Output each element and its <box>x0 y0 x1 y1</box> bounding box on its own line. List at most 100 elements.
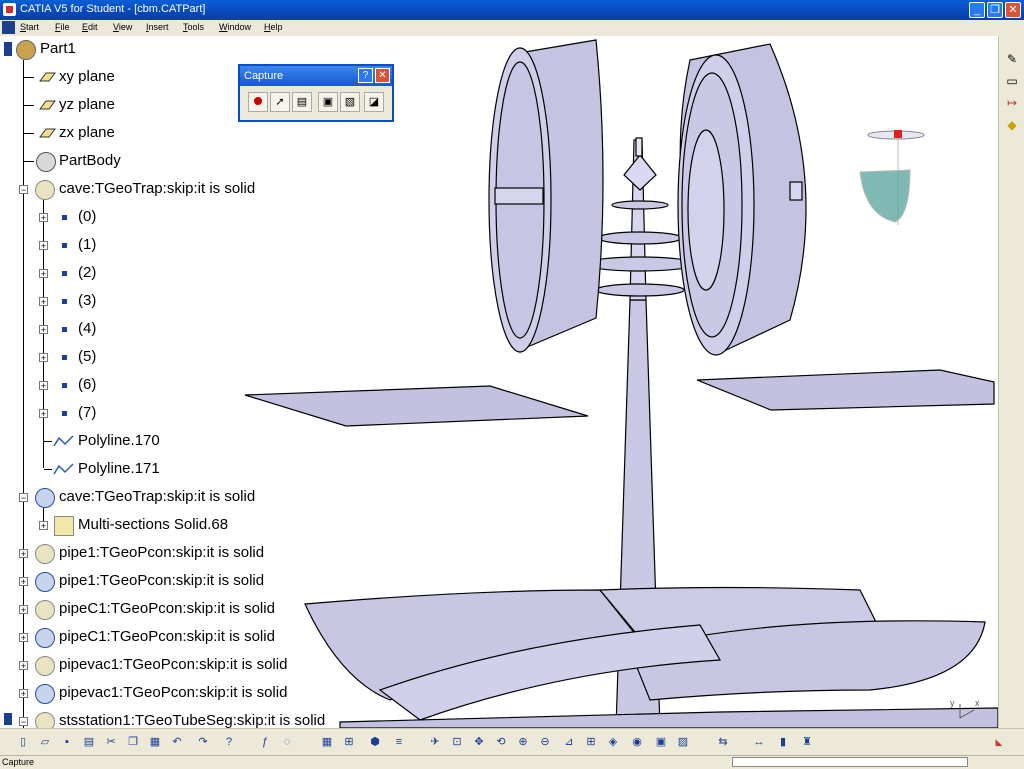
tree-item-solid[interactable]: + pipe1:TGeoPcon:skip:it is solid <box>18 543 338 564</box>
expand-icon[interactable]: + <box>39 381 48 391</box>
expand-icon[interactable]: + <box>19 549 28 559</box>
zoom-out-icon[interactable]: ⊖ <box>536 733 554 751</box>
expand-icon[interactable]: + <box>19 577 28 587</box>
multi-view-icon[interactable]: ⊞ <box>582 733 600 751</box>
save-icon[interactable]: ▪ <box>58 733 76 751</box>
expand-icon[interactable]: + <box>39 325 48 335</box>
cut-icon[interactable]: ✂ <box>102 733 120 751</box>
album-icon[interactable]: ▧ <box>340 92 360 112</box>
formula-icon[interactable]: ƒ <box>256 733 274 751</box>
select-icon[interactable]: ➚ <box>270 92 290 112</box>
measure-item-icon[interactable]: ▮ <box>774 733 792 751</box>
table-icon[interactable]: ▦ <box>318 733 336 751</box>
menu-view[interactable]: View <box>113 22 132 32</box>
tree-item-plane[interactable]: zx plane <box>24 123 184 143</box>
capture-toolbar[interactable]: Capture ? ✕ ➚ ▤ ▣ ▧ ◪ <box>238 64 394 122</box>
expand-icon[interactable]: + <box>39 297 48 307</box>
copy-icon[interactable]: ❐ <box>124 733 142 751</box>
tree-item-point[interactable]: + (1) <box>38 235 118 255</box>
tree-item-solid[interactable]: − stsstation1:TGeoTubeSeg:skip:it is soli… <box>0 711 360 728</box>
mass-icon[interactable]: ♜ <box>798 733 816 751</box>
record-icon[interactable] <box>248 92 268 112</box>
menu-file[interactable]: File <box>55 22 70 32</box>
tree-item-solid[interactable]: + pipe1:TGeoPcon:skip:it is solid <box>18 571 338 592</box>
tree-item-solid[interactable]: + pipevac1:TGeoPcon:skip:it is solid <box>18 683 338 704</box>
capture-close-button[interactable]: ✕ <box>375 68 390 83</box>
tree-item-point[interactable]: + (6) <box>38 375 118 395</box>
scroll-down-icon[interactable] <box>4 713 12 725</box>
minimize-button[interactable]: _ <box>969 2 985 18</box>
capture-mode-icon[interactable]: ◪ <box>364 92 384 112</box>
tree-item-solid[interactable]: + pipeC1:TGeoPcon:skip:it is solid <box>18 627 338 648</box>
rotate-icon[interactable]: ⟲ <box>492 733 510 751</box>
help-button[interactable]: ? <box>358 68 373 83</box>
menu-edit[interactable]: Edit <box>82 22 98 32</box>
expand-icon[interactable]: + <box>39 353 48 363</box>
menu-window[interactable]: Window <box>219 22 251 32</box>
tree-item-solid[interactable]: + pipeC1:TGeoPcon:skip:it is solid <box>18 599 338 620</box>
expand-icon[interactable]: + <box>39 241 48 251</box>
pan-icon[interactable]: ✥ <box>470 733 488 751</box>
zoom-in-icon[interactable]: ⊕ <box>514 733 532 751</box>
menu-help[interactable]: Help <box>264 22 283 32</box>
fit-all-icon[interactable]: ⊡ <box>448 733 466 751</box>
tree-item-multisection[interactable]: + Multi-sections Solid.68 <box>38 515 298 536</box>
tree-item-point[interactable]: + (5) <box>38 347 118 367</box>
tree-item-polyline[interactable]: Polyline.170 <box>44 431 204 451</box>
collapse-icon[interactable]: − <box>19 493 28 503</box>
menu-tools[interactable]: Tools <box>183 22 204 32</box>
shading-icon[interactable]: ◉ <box>628 733 646 751</box>
tree-item-point[interactable]: + (4) <box>38 319 118 339</box>
expand-icon[interactable]: + <box>19 605 28 615</box>
sketcher-icon[interactable]: ✎ <box>1003 50 1021 68</box>
normal-view-icon[interactable]: ⊿ <box>560 733 578 751</box>
tree-item-point[interactable]: + (3) <box>38 291 118 311</box>
expand-icon[interactable]: + <box>39 269 48 279</box>
paste-icon[interactable]: ▦ <box>146 733 164 751</box>
open-icon[interactable]: ▱ <box>36 733 54 751</box>
tree-item-polyline[interactable]: Polyline.171 <box>44 459 204 479</box>
menu-insert[interactable]: Insert <box>146 22 169 32</box>
restore-button[interactable]: ❐ <box>987 2 1003 18</box>
expand-icon[interactable]: + <box>19 689 28 699</box>
comment-icon[interactable]: ◌ <box>278 733 296 751</box>
exit-icon[interactable]: ↦ <box>1003 94 1021 112</box>
options-icon[interactable]: ▤ <box>292 92 312 112</box>
tree-item-plane[interactable]: xy plane <box>24 67 184 87</box>
measure-icon[interactable]: ⇆ <box>714 733 732 751</box>
fly-icon[interactable]: ✈ <box>426 733 444 751</box>
collapse-icon[interactable]: − <box>19 185 28 195</box>
scroll-up-icon[interactable] <box>4 42 12 56</box>
command-input[interactable] <box>732 757 968 767</box>
hide-show-icon[interactable]: ▣ <box>652 733 670 751</box>
tree-item-point[interactable]: + (0) <box>38 207 118 227</box>
folder-icon[interactable]: ▭ <box>1003 72 1021 90</box>
undo-icon[interactable]: ↶ <box>168 733 186 751</box>
measure-between-icon[interactable]: ↔ <box>750 733 768 751</box>
expand-icon[interactable]: + <box>39 213 48 223</box>
redo-icon[interactable]: ↷ <box>194 733 212 751</box>
tree-item-cave[interactable]: − cave:TGeoTrap:skip:it is solid <box>18 487 318 508</box>
expand-icon[interactable]: + <box>19 661 28 671</box>
tree-root[interactable]: Part1 <box>0 39 200 60</box>
tree-icon[interactable]: ⊞ <box>340 733 358 751</box>
tree-item-cave[interactable]: − cave:TGeoTrap:skip:it is solid <box>18 179 318 200</box>
tree-item-point[interactable]: + (7) <box>38 403 118 423</box>
expand-icon[interactable]: + <box>39 409 48 419</box>
eraser-icon[interactable]: ◆ <box>1003 116 1021 134</box>
tree-item-partbody[interactable]: PartBody <box>24 151 184 172</box>
catalog-icon[interactable]: ⬢ <box>366 733 384 751</box>
iso-view-icon[interactable]: ◈ <box>604 733 622 751</box>
collapse-icon[interactable]: − <box>19 717 28 727</box>
whats-this-icon[interactable]: ? <box>220 733 238 751</box>
expand-icon[interactable]: + <box>19 633 28 643</box>
tree-item-solid[interactable]: + pipevac1:TGeoPcon:skip:it is solid <box>18 655 338 676</box>
capture-icon[interactable]: ▣ <box>318 92 338 112</box>
expand-icon[interactable]: + <box>39 521 48 531</box>
new-icon[interactable]: ▯ <box>14 733 32 751</box>
menu-start[interactable]: Start <box>20 22 39 32</box>
print-icon[interactable]: ▤ <box>80 733 98 751</box>
tree-item-plane[interactable]: yz plane <box>24 95 184 115</box>
knowledge-icon[interactable]: ≡ <box>390 733 408 751</box>
close-button[interactable]: ✕ <box>1005 2 1021 18</box>
